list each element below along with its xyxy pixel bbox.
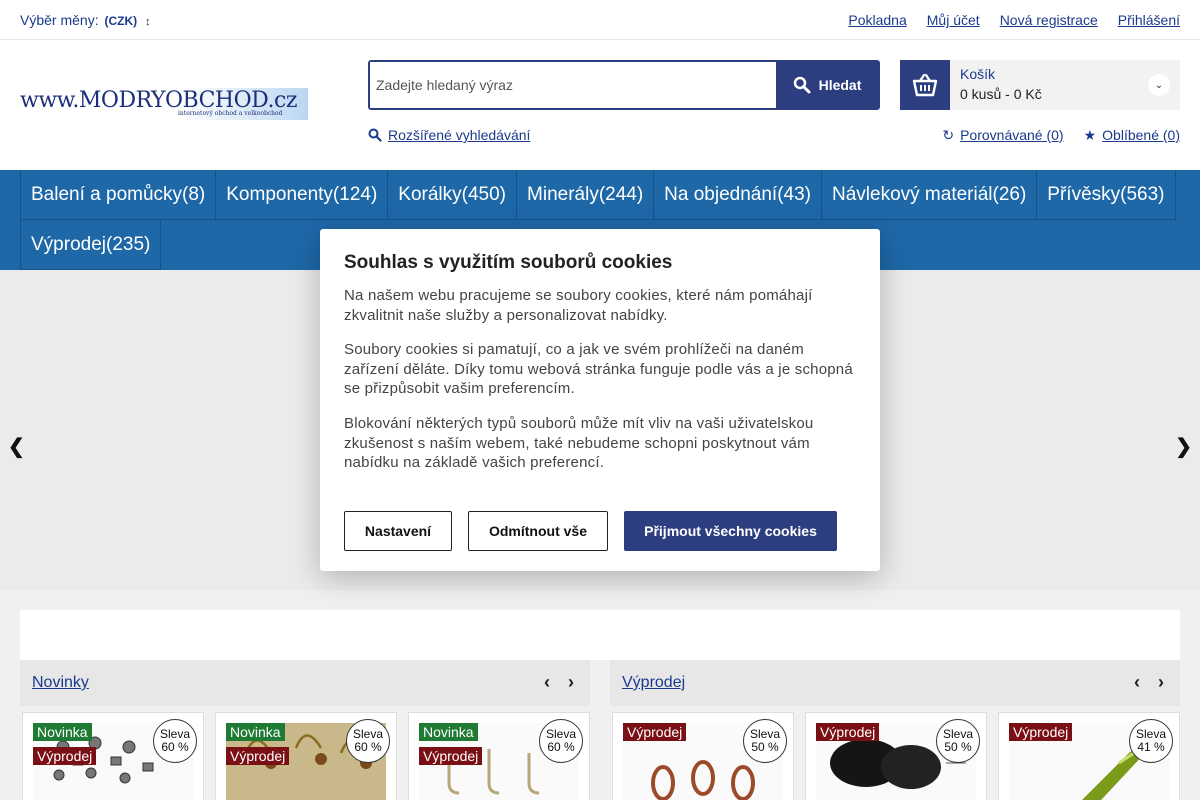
cookie-settings-button[interactable]: Nastavení: [344, 511, 452, 551]
discount-badge: Sleva 60 %: [539, 719, 583, 763]
discount-value: 60 %: [354, 740, 382, 754]
discount-value: 41 %: [1137, 740, 1165, 754]
sort-arrows-icon: ↕: [145, 16, 151, 28]
accept-all-button[interactable]: Přijmout všechny cookies: [624, 511, 837, 551]
cookie-text-1: Na našem webu pracujeme se soubory cooki…: [344, 287, 813, 324]
badge-clearance: Výprodej: [33, 747, 97, 765]
compare-link[interactable]: Porovnávané (0): [960, 127, 1064, 143]
top-bar: Výběr měny: (CZK) ↕ Pokladna Můj účet No…: [0, 0, 1200, 40]
search-icon: [368, 128, 382, 142]
chevron-right-icon[interactable]: ›: [568, 672, 574, 693]
currency-label: Výběr měny:: [20, 12, 99, 28]
cookie-consent-dialog: Souhlas s využitím souborů cookies Na na…: [320, 229, 880, 571]
checkout-link[interactable]: Pokladna: [848, 12, 906, 28]
new-products-link[interactable]: Novinky: [32, 674, 89, 692]
discount-badge: Sleva 60 %: [346, 719, 390, 763]
product-card[interactable]: Novinka Výprodej Sleva 60 %: [22, 712, 204, 800]
chevron-right-icon[interactable]: ❯: [1175, 434, 1192, 459]
logo-subtext: internetový obchod a velkoobchod: [178, 110, 283, 117]
my-account-link[interactable]: Můj účet: [927, 12, 980, 28]
product-cards: Novinka Výprodej Sleva 60 % Novinka Výpr…: [20, 710, 590, 800]
category-stringing-material[interactable]: Návlekový materiál(26): [821, 170, 1038, 220]
advanced-search-link[interactable]: Rozšířené vyhledávání: [388, 127, 530, 143]
badge-clearance: Výprodej: [1009, 723, 1073, 741]
currency-selector[interactable]: Výběr měny: (CZK) ↕: [20, 12, 151, 28]
discount-value: 60 %: [547, 740, 575, 754]
content-strip: [20, 610, 1180, 660]
cookie-text-3: Blokování některých typů souborů může mí…: [344, 415, 814, 471]
badge-clearance: Výprodej: [226, 747, 290, 765]
product-card[interactable]: Novinka Výprodej Sleva 60 %: [408, 712, 590, 800]
new-products-panel: Novinky ‹ › Novinka Výprodej Sleva 60 % …: [20, 660, 590, 800]
search-box: Hledat: [368, 60, 880, 110]
category-components[interactable]: Komponenty(124): [215, 170, 389, 220]
product-card[interactable]: Výprodej Sleva 50 %: [805, 712, 987, 800]
advanced-search: Rozšířené vyhledávání: [368, 127, 530, 143]
panel-nav: ‹ ›: [1134, 672, 1164, 693]
chevron-left-icon[interactable]: ❮: [8, 434, 25, 459]
chevron-right-icon[interactable]: ›: [1158, 672, 1164, 693]
category-pendants[interactable]: Přívěsky(563): [1036, 170, 1176, 220]
category-row-1: Balení a pomůcky(8) Komponenty(124) Korá…: [20, 170, 1176, 220]
currency-value: (CZK): [104, 14, 138, 28]
chevron-left-icon[interactable]: ‹: [544, 672, 550, 693]
category-packaging[interactable]: Balení a pomůcky(8): [20, 170, 217, 220]
search-button[interactable]: Hledat: [776, 62, 878, 108]
panel-header: Výprodej ‹ ›: [610, 660, 1180, 706]
discount-badge: Sleva 41 %: [1129, 719, 1173, 763]
product-cards: Výprodej Sleva 50 % Výprodej Sleva 50 % …: [610, 710, 1180, 800]
register-link[interactable]: Nová registrace: [1000, 12, 1098, 28]
search-input[interactable]: [370, 62, 778, 108]
discount-value: 50 %: [751, 740, 779, 754]
search-button-label: Hledat: [818, 77, 862, 93]
category-row-2: Výprodej(235): [20, 220, 162, 270]
cart-title: Košík: [960, 66, 996, 82]
discount-badge: Sleva 50 %: [743, 719, 787, 763]
badge-clearance: Výprodej: [419, 747, 483, 765]
cart-value: 0 kusů - 0 Kč: [960, 86, 1042, 102]
clearance-panel: Výprodej ‹ › Výprodej Sleva 50 % Výprode…: [610, 660, 1180, 800]
reject-all-button[interactable]: Odmítnout vše: [468, 511, 608, 551]
product-card[interactable]: Výprodej Sleva 41 %: [998, 712, 1180, 800]
badge-new: Novinka: [33, 723, 92, 741]
chevron-left-icon[interactable]: ‹: [1134, 672, 1140, 693]
login-link[interactable]: Přihlášení: [1118, 12, 1180, 28]
site-logo[interactable]: www.MODRYOBCHOD.cz internetový obchod a …: [20, 88, 310, 122]
category-minerals[interactable]: Minerály(244): [516, 170, 655, 220]
favorites-link[interactable]: Oblíbené (0): [1102, 127, 1180, 143]
discount-value: 60 %: [161, 740, 189, 754]
category-on-order[interactable]: Na objednání(43): [653, 170, 822, 220]
category-clearance[interactable]: Výprodej(235): [20, 220, 162, 270]
chevron-down-icon[interactable]: ⌄: [1148, 74, 1170, 96]
cart-widget[interactable]: Košík 0 kusů - 0 Kč ⌄: [900, 60, 1180, 110]
discount-badge: Sleva 60 %: [153, 719, 197, 763]
basket-icon: [900, 60, 950, 110]
clearance-link[interactable]: Výprodej: [622, 674, 685, 692]
discount-badge: Sleva 50 %: [936, 719, 980, 763]
product-card[interactable]: Výprodej Sleva 50 %: [612, 712, 794, 800]
compare-favorites: ↻ Porovnávané (0) ★ Oblíbené (0): [942, 127, 1180, 144]
panel-header: Novinky ‹ ›: [20, 660, 590, 706]
discount-value: 50 %: [944, 740, 972, 754]
badge-clearance: Výprodej: [816, 723, 880, 741]
category-beads[interactable]: Korálky(450): [387, 170, 518, 220]
cookie-text-2: Soubory cookies si pamatují, co a jak ve…: [344, 341, 853, 397]
product-card[interactable]: Novinka Výprodej Sleva 60 %: [215, 712, 397, 800]
search-icon: [793, 76, 811, 94]
panel-nav: ‹ ›: [544, 672, 574, 693]
badge-clearance: Výprodej: [623, 723, 687, 741]
star-icon: ★: [1083, 127, 1097, 143]
badge-new: Novinka: [226, 723, 285, 741]
compare-icon: ↻: [942, 127, 955, 143]
badge-new: Novinka: [419, 723, 478, 741]
top-links: Pokladna Můj účet Nová registrace Přihlá…: [848, 12, 1180, 28]
cookie-dialog-title: Souhlas s využitím souborů cookies: [344, 252, 673, 273]
